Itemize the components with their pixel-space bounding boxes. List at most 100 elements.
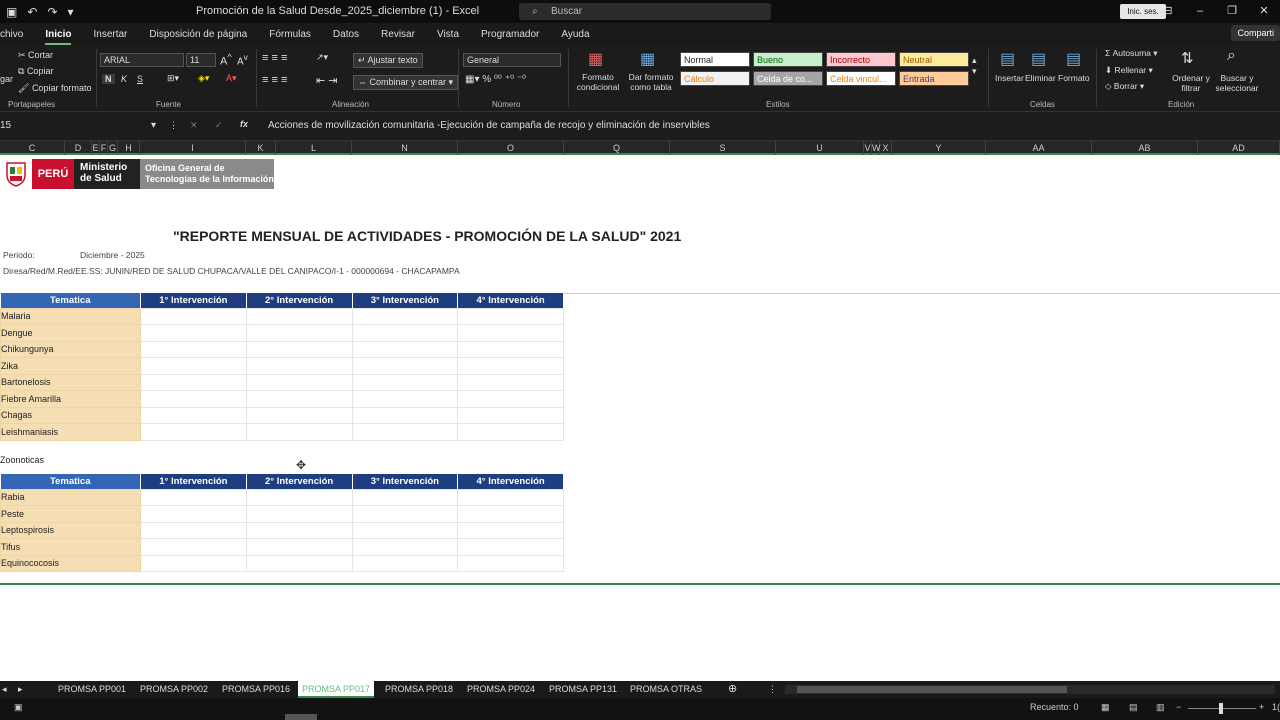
tab-ayuda[interactable]: Ayuda [561, 29, 589, 40]
font-size-select[interactable]: 11 [186, 53, 216, 67]
cell[interactable] [140, 324, 247, 342]
zoom-in-icon[interactable]: + [1259, 702, 1264, 712]
column-header[interactable]: Q [564, 141, 670, 155]
macro-record-icon[interactable]: ▣ [14, 702, 23, 713]
merge-center-button[interactable]: ⇔ Combinar y centrar ▾ [353, 75, 459, 90]
fill-color-icon[interactable]: ◈▾ [198, 73, 209, 84]
column-header[interactable]: U [776, 141, 864, 155]
cell[interactable] [245, 505, 353, 523]
cell[interactable] [351, 488, 459, 506]
column-header[interactable]: Y [892, 141, 986, 155]
tab-vista[interactable]: Vista [437, 29, 459, 40]
cell[interactable] [457, 324, 564, 342]
column-header[interactable]: O [458, 141, 564, 155]
cell[interactable] [351, 423, 459, 441]
cell[interactable] [457, 538, 564, 556]
format-cells-button[interactable]: Formato [1058, 73, 1090, 83]
cell[interactable] [351, 357, 459, 375]
cell[interactable] [351, 538, 459, 556]
sheet-tab[interactable]: PROMSA OTRAS [630, 684, 702, 694]
sheet-tab[interactable]: PROMSA PP131 [549, 684, 617, 694]
column-header[interactable]: K [246, 141, 276, 155]
undo-icon[interactable]: ↶ [27, 5, 37, 19]
share-button[interactable]: Comparti [1231, 25, 1280, 41]
tab-formulas[interactable]: Fórmulas [269, 29, 311, 40]
cell[interactable] [140, 307, 247, 325]
italic-button[interactable]: K [121, 74, 127, 84]
cell[interactable] [457, 406, 564, 424]
page-layout-icon[interactable]: ▤ [1129, 702, 1138, 713]
cell[interactable] [351, 373, 459, 391]
column-header[interactable]: I [140, 141, 246, 155]
search-box[interactable]: ⌕ Buscar [519, 3, 771, 20]
row-label[interactable]: Peste [0, 505, 141, 523]
zoom-out-icon[interactable]: − [1176, 702, 1181, 712]
cell[interactable] [245, 307, 353, 325]
cell[interactable] [351, 390, 459, 408]
cell[interactable] [140, 521, 247, 539]
cell[interactable] [245, 554, 353, 572]
cell[interactable] [457, 340, 564, 358]
align-top-icon[interactable]: ≡ ≡ ≡ [262, 52, 287, 64]
ribbon-display-icon[interactable]: ⊟ [1152, 0, 1184, 23]
row-label[interactable]: Tifus [0, 538, 141, 556]
style-celda-vinculada[interactable]: Celda vincul... [826, 71, 896, 86]
sheet-tab-active[interactable]: PROMSA PP017 [298, 681, 375, 698]
scroll-left-icon[interactable]: ◂ [2, 684, 7, 695]
row-label[interactable]: Fiebre Amarilla [0, 390, 141, 408]
cell[interactable] [245, 340, 353, 358]
cell[interactable] [140, 538, 247, 556]
cell[interactable] [245, 373, 353, 391]
formula-input[interactable]: Acciones de movilización comunitaria -Ej… [268, 120, 710, 131]
maximize-icon[interactable]: ❐ [1216, 0, 1248, 23]
column-header[interactable]: C [0, 141, 65, 155]
column-header[interactable]: L [276, 141, 352, 155]
fill-button[interactable]: ⬇ Rellenar ▾ [1105, 65, 1153, 76]
normal-view-icon[interactable]: ▦ [1101, 702, 1110, 713]
scroll-right-icon[interactable]: ▸ [18, 684, 23, 695]
cell[interactable] [245, 521, 353, 539]
underline-button[interactable]: S [137, 74, 143, 84]
cell[interactable] [457, 488, 564, 506]
bold-button[interactable]: N [102, 74, 115, 84]
cell[interactable] [457, 357, 564, 375]
tab-programador[interactable]: Programador [481, 29, 539, 40]
cell[interactable] [351, 554, 459, 572]
sheet-tab[interactable]: PROMSA PP001 [58, 684, 126, 694]
style-entrada[interactable]: Entrada [899, 71, 969, 86]
styles-more-icon[interactable]: ▴ ▾ [972, 55, 977, 77]
row-label[interactable]: Zika [0, 357, 141, 375]
font-name-select[interactable]: ARIAL [100, 53, 184, 67]
sort-filter-button[interactable]: Ordenar y filtrar [1170, 73, 1212, 93]
column-header[interactable]: AB [1092, 141, 1198, 155]
cell[interactable] [245, 488, 353, 506]
format-as-table-button[interactable]: Dar formato como tabla [626, 72, 676, 92]
column-header[interactable]: W [872, 141, 881, 155]
cell[interactable] [457, 423, 564, 441]
sheet-tab[interactable]: PROMSA PP002 [140, 684, 208, 694]
tab-inicio[interactable]: Inicio [45, 29, 72, 45]
find-select-button[interactable]: Buscar y seleccionar [1210, 73, 1264, 93]
cell[interactable] [140, 357, 247, 375]
cell[interactable] [351, 521, 459, 539]
insert-function-icon[interactable]: fx [240, 119, 248, 129]
cell[interactable] [140, 554, 247, 572]
cell[interactable] [457, 554, 564, 572]
cell[interactable] [245, 406, 353, 424]
column-header[interactable]: AA [986, 141, 1092, 155]
row-label[interactable]: Chagas [0, 406, 141, 424]
decrease-font-icon[interactable]: Av [237, 52, 248, 67]
cell[interactable] [351, 505, 459, 523]
clear-button[interactable]: ◇ Borrar ▾ [1105, 81, 1144, 92]
cell[interactable] [140, 406, 247, 424]
name-box[interactable]: 15 ▾ [0, 120, 158, 134]
row-label[interactable]: Bartonelosis [0, 373, 141, 391]
scrollbar-thumb[interactable] [797, 686, 1067, 693]
cell[interactable] [245, 357, 353, 375]
column-header[interactable]: H [118, 141, 140, 155]
cell[interactable] [351, 307, 459, 325]
cell[interactable] [457, 307, 564, 325]
style-celda-comprobacion[interactable]: Celda de co... [753, 71, 823, 86]
tab-revisar[interactable]: Revisar [381, 29, 415, 40]
cell[interactable] [140, 390, 247, 408]
